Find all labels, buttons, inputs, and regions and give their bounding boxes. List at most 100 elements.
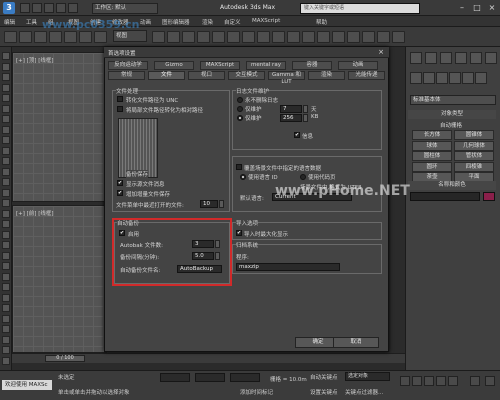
open-file-icon[interactable]: [32, 3, 42, 13]
archive-program-input[interactable]: maxzip: [236, 263, 340, 271]
dialog-tab[interactable]: 容器: [292, 61, 332, 70]
ribbon-tool-icon[interactable]: [2, 83, 10, 92]
modify-tab-icon[interactable]: [425, 52, 437, 64]
ribbon-tool-icon[interactable]: [2, 178, 10, 186]
object-type-button[interactable]: 几何球体: [454, 140, 494, 151]
ribbon-tool-icon[interactable]: [2, 293, 10, 302]
ribbon-tool-icon[interactable]: [2, 199, 10, 207]
menu-item[interactable]: 帮助: [316, 18, 327, 26]
object-type-button[interactable]: 球体: [412, 140, 452, 151]
override-language-checkbox[interactable]: [236, 164, 242, 170]
menu-item[interactable]: 编辑: [4, 18, 15, 26]
toolbar-tool-icon[interactable]: [79, 31, 92, 43]
dialog-tab[interactable]: MAXScript: [200, 61, 240, 70]
maximize-icon[interactable]: □: [470, 2, 484, 14]
ribbon-tool-icon[interactable]: [2, 230, 10, 239]
object-name-input[interactable]: [410, 192, 480, 201]
ribbon-tool-icon[interactable]: [2, 157, 10, 165]
keep-days-radio[interactable]: [237, 106, 243, 112]
reference-coord-dropdown[interactable]: 视图: [113, 30, 147, 42]
toolbar-tool-icon[interactable]: [287, 31, 300, 43]
keep-days-input[interactable]: 7: [280, 105, 302, 113]
ribbon-tool-icon[interactable]: [2, 125, 10, 134]
viewport-label[interactable]: [+] [顶] [线框]: [16, 56, 53, 64]
ribbon-tool-icon[interactable]: [2, 52, 10, 60]
add-time-tag[interactable]: 添加时间标记: [240, 388, 273, 396]
viewport-label[interactable]: [+] [前] [线框]: [16, 209, 53, 217]
keep-size-input[interactable]: 256: [280, 114, 302, 122]
use-language-radio[interactable]: [240, 174, 246, 180]
toolbar-tool-icon[interactable]: [392, 31, 405, 43]
viewport-front[interactable]: [+] [前] [线框]: [12, 205, 107, 353]
ribbon-tool-icon[interactable]: [2, 314, 10, 323]
auto-grid-label[interactable]: 自动栅格: [440, 121, 462, 129]
toolbar-tool-icon[interactable]: [49, 31, 62, 43]
helpers-icon[interactable]: [462, 72, 474, 84]
zoom-extents-checkbox[interactable]: ✔: [236, 230, 242, 236]
object-type-button[interactable]: 圆锥体: [454, 130, 494, 140]
toolbar-tool-icon[interactable]: [242, 31, 255, 43]
shapes-icon[interactable]: [423, 72, 435, 84]
menu-item[interactable]: 自定义: [224, 18, 241, 26]
toolbar-tool-icon[interactable]: [152, 31, 165, 43]
dialog-tab[interactable]: 反向运动学: [108, 61, 148, 70]
ribbon-tool-icon[interactable]: [2, 241, 10, 249]
z-coord-field[interactable]: [230, 373, 260, 382]
hierarchy-tab-icon[interactable]: [440, 52, 452, 64]
workspace-dropdown[interactable]: 工作区: 默认: [92, 3, 158, 14]
key-filter-button[interactable]: 关键点过滤器...: [345, 388, 383, 396]
toolbar-tool-icon[interactable]: [94, 31, 107, 43]
dialog-close-icon[interactable]: ×: [375, 48, 387, 57]
toolbar-tool-icon[interactable]: [212, 31, 225, 43]
increment-save-checkbox[interactable]: ✔: [117, 190, 123, 196]
toolbar-tool-icon[interactable]: [317, 31, 330, 43]
pan-icon[interactable]: [485, 376, 495, 386]
name-color-rollout[interactable]: 名称和颜色: [408, 181, 496, 190]
minimize-icon[interactable]: –: [455, 2, 469, 14]
prev-frame-icon[interactable]: [412, 376, 422, 386]
menu-item[interactable]: 图形编辑器: [162, 18, 190, 26]
y-coord-field[interactable]: [195, 373, 225, 382]
play-icon[interactable]: [424, 376, 434, 386]
dialog-tab[interactable]: 视口: [188, 71, 225, 80]
ribbon-tool-icon[interactable]: [2, 304, 10, 312]
ribbon-tool-icon[interactable]: [2, 272, 10, 281]
keep-days-spinner[interactable]: [303, 105, 308, 113]
utilities-tab-icon[interactable]: [485, 52, 497, 64]
motion-tab-icon[interactable]: [455, 52, 467, 64]
new-file-icon[interactable]: [20, 3, 30, 13]
dialog-tab[interactable]: mental ray: [246, 61, 286, 70]
dialog-tab[interactable]: Gizmo: [154, 61, 194, 70]
toolbar-tool-icon[interactable]: [19, 31, 32, 43]
x-coord-field[interactable]: [160, 373, 190, 382]
selected-object-field[interactable]: 选定对象: [345, 372, 390, 381]
dialog-tab[interactable]: Gamma 和 LUT: [268, 71, 305, 85]
ribbon-tool-icon[interactable]: [2, 262, 10, 270]
object-type-button[interactable]: 圆环: [412, 161, 452, 172]
menu-item[interactable]: 渲染: [202, 18, 213, 26]
dialog-tab[interactable]: 光能传递: [348, 71, 385, 80]
object-type-button[interactable]: 四棱锥: [454, 161, 494, 172]
zoom-icon[interactable]: [470, 376, 480, 386]
time-slider[interactable]: 0 / 100: [45, 355, 85, 362]
object-type-button[interactable]: 圆柱体: [412, 151, 452, 161]
geometry-icon[interactable]: [410, 72, 422, 84]
toolbar-tool-icon[interactable]: [182, 31, 195, 43]
ribbon-tool-icon[interactable]: [2, 167, 10, 176]
recent-files-spinner[interactable]: [219, 200, 224, 208]
menu-item[interactable]: MAXScript: [252, 18, 280, 24]
display-tab-icon[interactable]: [470, 52, 482, 64]
toolbar-tool-icon[interactable]: [272, 31, 285, 43]
ribbon-tool-icon[interactable]: [2, 146, 10, 155]
keep-size-radio[interactable]: [237, 115, 243, 121]
ribbon-tool-icon[interactable]: [2, 220, 10, 228]
toolbar-tool-icon[interactable]: [362, 31, 375, 43]
convert-local-checkbox[interactable]: [117, 106, 123, 112]
search-input[interactable]: 键入关键字或短语: [300, 3, 420, 14]
object-color-swatch[interactable]: [483, 192, 495, 201]
menu-item[interactable]: 动画: [140, 18, 151, 26]
ribbon-tool-icon[interactable]: [2, 325, 10, 333]
ribbon-tool-icon[interactable]: [2, 104, 10, 113]
close-icon[interactable]: ×: [485, 2, 499, 14]
object-category-dropdown[interactable]: 标准基本体: [410, 95, 496, 105]
